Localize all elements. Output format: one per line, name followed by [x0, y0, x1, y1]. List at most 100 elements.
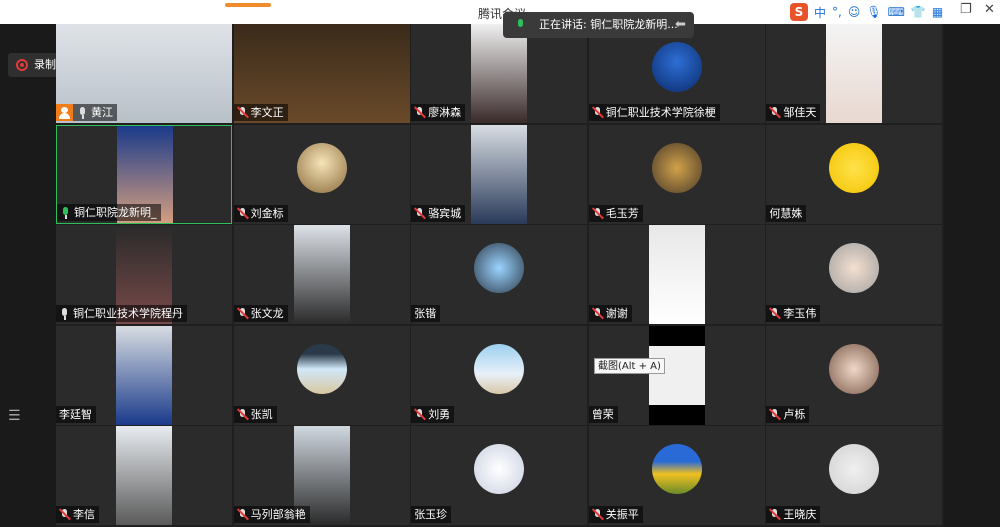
participant-nametag: 邹佳天 [766, 104, 821, 121]
close-icon[interactable]: ✕ [984, 2, 995, 17]
participant-nametag: 李信 [56, 506, 99, 524]
participant-nametag: 卢栎 [766, 405, 810, 423]
participant-nametag: 铜仁职业技术学院徐梗 [588, 104, 720, 121]
mic-icon [59, 307, 70, 321]
participant-nametag: 张锴 [411, 305, 441, 323]
avatar [829, 444, 880, 495]
participant-name: 骆宾城 [428, 206, 462, 220]
video-feed [826, 24, 883, 123]
participant-name: 铜仁职院龙新明_ [74, 205, 157, 219]
participant-nametag: 李廷智 [56, 405, 96, 423]
video-feed [648, 225, 705, 325]
participant-nametag: 李玉伟 [766, 305, 821, 323]
collapse-arrow-icon[interactable]: ⬅ [675, 12, 686, 38]
participant-nametag: 骆宾城 [411, 204, 466, 222]
video-feed [648, 325, 705, 425]
participant-nametag: 铜仁职院龙新明_ [57, 203, 161, 221]
participant-nametag: 王晓庆 [766, 506, 821, 524]
record-icon [16, 59, 28, 71]
participant-tile[interactable]: 张玉珍 [411, 426, 588, 526]
participant-name: 李玉伟 [783, 307, 817, 321]
shirt-icon[interactable]: 👕 [911, 5, 926, 19]
participant-tile[interactable]: 铜仁职业技术学院徐梗 [588, 24, 765, 123]
right-sidebar [944, 24, 1000, 527]
participant-tile[interactable]: 曾荣 [588, 325, 765, 425]
avatar [829, 142, 880, 193]
mic-muted-icon [592, 106, 603, 119]
mic-muted-icon [592, 307, 603, 320]
participant-tile[interactable]: 张凯 [233, 325, 410, 425]
participant-nametag: 刘金标 [233, 204, 288, 222]
participant-tile[interactable]: 李廷智 [56, 325, 232, 425]
participant-name: 铜仁职业技术学院程丹 [73, 307, 183, 321]
participant-nametag: 曾荣 [588, 405, 618, 423]
participant-name: 谢谢 [605, 307, 628, 321]
avatar [474, 343, 525, 394]
participant-name: 黄江 [91, 106, 113, 119]
participant-tile[interactable]: 马列部翁艳 [233, 426, 410, 526]
ime-mode-toggle[interactable]: 中 [814, 4, 826, 21]
connection-indicator [225, 3, 271, 7]
mic-muted-icon [769, 408, 780, 421]
participant-tile[interactable]: 张锴 [411, 225, 588, 325]
participant-tile[interactable]: 谢谢 [588, 225, 765, 325]
participant-name: 何慧姝 [769, 206, 803, 220]
speaker-label: 正在讲话: 铜仁职院龙新明... [539, 18, 678, 31]
participant-tile[interactable]: 骆宾城 [411, 124, 588, 224]
mic-muted-icon [237, 408, 248, 421]
mic-icon [77, 106, 88, 119]
sogou-logo-icon[interactable]: S [790, 3, 808, 21]
participant-tile[interactable]: 关振平 [588, 426, 765, 526]
participant-tile[interactable]: 李信 [56, 426, 232, 526]
participant-tile[interactable]: 廖淋森 [411, 24, 588, 123]
participant-nametag: 关振平 [588, 506, 643, 524]
grid-icon[interactable]: ▦ [932, 5, 943, 19]
mic-muted-icon [414, 207, 425, 220]
ime-punct-toggle[interactable]: °, [832, 5, 842, 19]
participant-tile[interactable]: 李文正 [233, 24, 410, 123]
mic-muted-icon [414, 408, 425, 421]
participant-tile[interactable]: 何慧姝 [766, 124, 943, 224]
participant-name: 刘勇 [428, 407, 451, 421]
participant-tile[interactable]: 刘勇 [411, 325, 588, 425]
avatar [296, 142, 347, 193]
participant-name: 刘金标 [250, 206, 284, 220]
video-feed [116, 426, 172, 526]
participant-tile[interactable]: 铜仁职院龙新明_ [56, 124, 232, 224]
avatar [651, 444, 702, 495]
participant-tile[interactable]: 李玉伟 [766, 225, 943, 325]
participant-tile[interactable]: 王晓庆 [766, 426, 943, 526]
participant-nametag: 廖淋森 [411, 104, 466, 121]
mic-muted-icon [237, 307, 248, 320]
participant-name: 曾荣 [591, 407, 614, 421]
participant-nametag: 何慧姝 [766, 204, 807, 222]
video-feed [471, 124, 528, 224]
mic-icon[interactable]: 🎙 [866, 5, 881, 19]
mic-muted-icon [769, 106, 780, 119]
keyboard-icon[interactable]: ⌨ [888, 5, 905, 19]
participant-tile[interactable]: 邹佳天 [766, 24, 943, 123]
title-bar: 腾讯会议 S 中 °, ☺ 🎙 ⌨ 👕 ▦ ❐ ✕ [0, 0, 1000, 24]
participant-name: 卢栎 [783, 407, 806, 421]
participant-tile[interactable]: 黄江 [56, 24, 232, 123]
participant-tile[interactable]: 张文龙 [233, 225, 410, 325]
participant-tile[interactable]: 卢栎 [766, 325, 943, 425]
participant-nametag: 张玉珍 [411, 506, 452, 524]
speaker-indicator: 正在讲话: 铜仁职院龙新明... ⬅ [503, 12, 694, 38]
smile-icon[interactable]: ☺ [848, 5, 861, 19]
participant-tile[interactable]: 刘金标 [233, 124, 410, 224]
video-feed [116, 325, 172, 425]
avatar [296, 343, 347, 394]
participant-list-icon[interactable]: ☰ [8, 408, 21, 424]
participant-name: 廖淋森 [428, 106, 462, 119]
mic-muted-icon [237, 508, 248, 521]
restore-icon[interactable]: ❐ [960, 2, 972, 17]
participant-tile[interactable]: 铜仁职业技术学院程丹 [56, 225, 232, 325]
participant-name: 张文龙 [250, 307, 284, 321]
participant-tile[interactable]: 毛玉芳 [588, 124, 765, 224]
participant-nametag: 毛玉芳 [588, 204, 643, 222]
mic-icon [60, 206, 71, 219]
mic-muted-icon [769, 307, 780, 320]
participant-name: 张锴 [414, 307, 437, 321]
avatar [474, 243, 525, 294]
